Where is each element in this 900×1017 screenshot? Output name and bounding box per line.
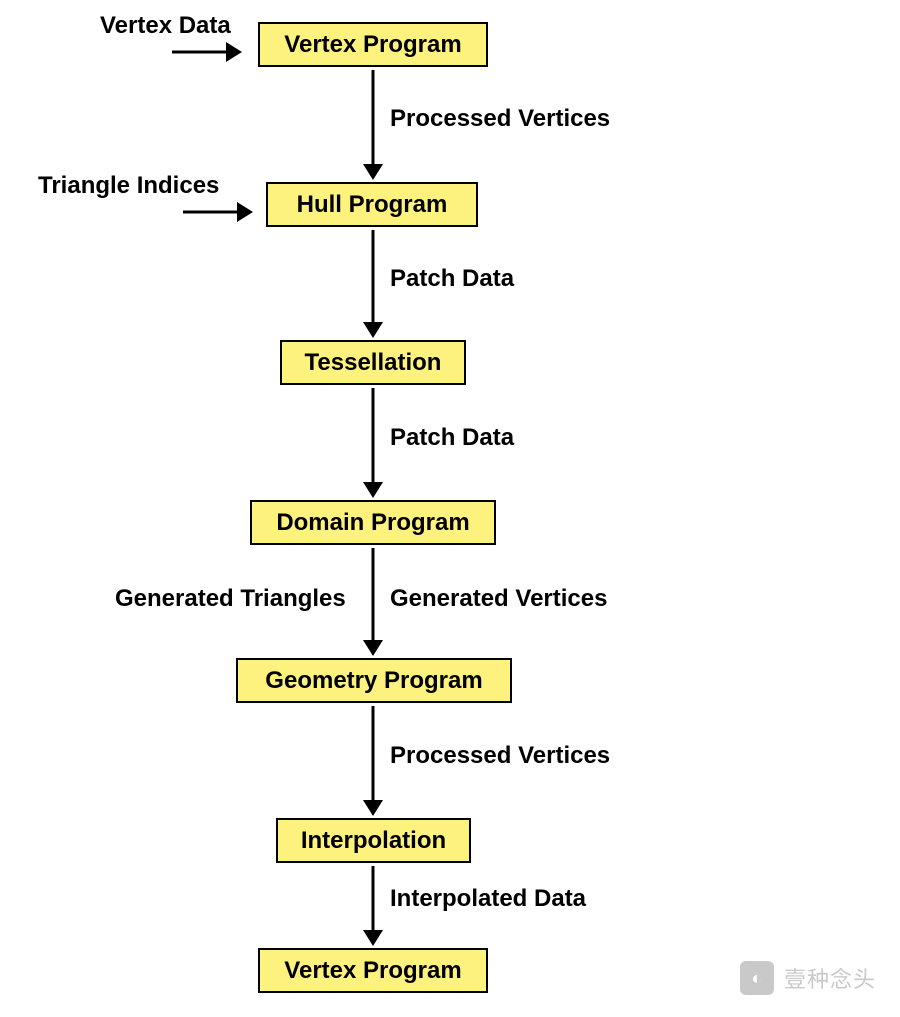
edge-generated-vertices: Generated Vertices <box>390 585 607 613</box>
watermark-text: 壹种念头 <box>784 962 876 994</box>
input-triangle-indices-label: Triangle Indices <box>38 172 219 200</box>
stage-vertex-program-2: Vertex Program <box>258 948 488 993</box>
stage-hull-program: Hull Program <box>266 182 478 227</box>
input-vertex-data-label: Vertex Data <box>100 12 231 40</box>
stage-geometry-program: Geometry Program <box>236 658 512 703</box>
stage-interpolation: Interpolation <box>276 818 471 863</box>
stage-tessellation: Tessellation <box>280 340 466 385</box>
stage-domain-program: Domain Program <box>250 500 496 545</box>
edge-patch-data-2: Patch Data <box>390 424 514 452</box>
edge-processed-vertices-1: Processed Vertices <box>390 105 610 133</box>
watermark: ◐ 壹种念头 <box>740 961 876 995</box>
pipeline-diagram: Vertex Data Triangle Indices Vertex Prog… <box>0 0 900 1017</box>
stage-vertex-program-1: Vertex Program <box>258 22 488 67</box>
edge-generated-triangles: Generated Triangles <box>115 585 346 613</box>
watermark-icon: ◐ <box>740 961 774 995</box>
edge-patch-data-1: Patch Data <box>390 265 514 293</box>
edge-interpolated-data: Interpolated Data <box>390 885 586 913</box>
edge-processed-vertices-2: Processed Vertices <box>390 742 610 770</box>
